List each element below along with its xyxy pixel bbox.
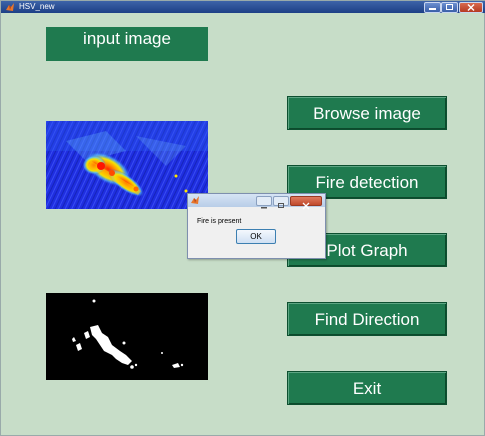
maximize-icon [446, 4, 453, 10]
output-image [46, 293, 208, 380]
close-button[interactable] [459, 2, 483, 13]
window-title: HSV_new [19, 2, 55, 11]
main-window: HSV_new input image Browse image Fire de… [0, 0, 485, 436]
minimize-icon [261, 207, 267, 209]
matlab-icon [191, 196, 199, 204]
input-image-label: input image [46, 27, 208, 61]
dialog-title-bar [188, 194, 325, 210]
input-image [46, 121, 208, 209]
close-icon [467, 4, 475, 11]
matlab-icon [6, 3, 14, 11]
find-direction-button[interactable]: Find Direction [287, 302, 447, 336]
dialog-maximize-button[interactable] [273, 196, 289, 208]
title-bar: HSV_new [1, 1, 485, 13]
maximize-icon [278, 203, 284, 208]
maximize-button[interactable] [441, 2, 458, 13]
dialog-message: Fire is present [197, 218, 242, 225]
message-dialog: Fire is present OK [187, 193, 326, 259]
browse-image-button[interactable]: Browse image [287, 96, 447, 130]
minimize-icon [429, 8, 436, 10]
exit-button[interactable]: Exit [287, 371, 447, 405]
close-icon [302, 202, 310, 210]
dialog-close-button[interactable] [290, 196, 322, 210]
ok-button[interactable]: OK [236, 229, 276, 244]
minimize-button[interactable] [424, 2, 441, 13]
dialog-minimize-button[interactable] [256, 196, 272, 209]
